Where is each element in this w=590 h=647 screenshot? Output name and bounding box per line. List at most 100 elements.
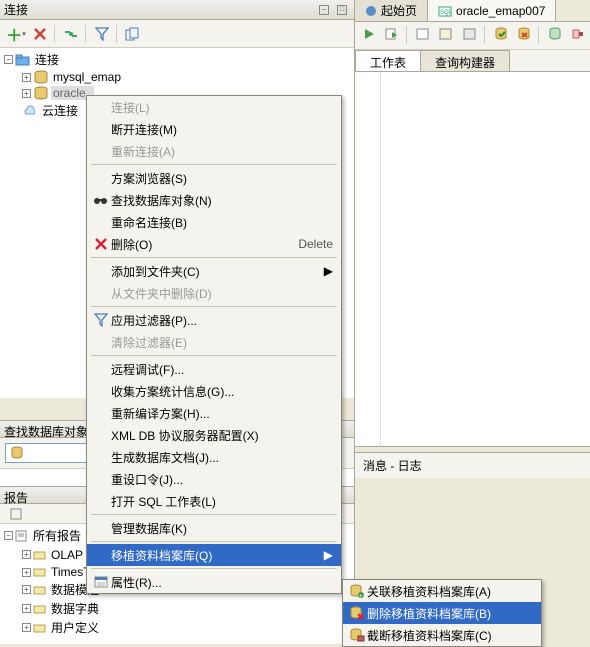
menu-item[interactable]: 移植资料档案库(Q) ▶	[87, 544, 341, 566]
autotrace-icon[interactable]	[439, 26, 455, 42]
add-icon[interactable]: ＋▾	[8, 26, 24, 42]
worksheet-subtabs: 工作表 查询构建器	[355, 50, 590, 72]
rollback-icon[interactable]	[516, 26, 532, 42]
menu-item-label: 从文件夹中删除(D)	[111, 285, 333, 302]
tree-item[interactable]: + 用户定义	[2, 618, 352, 637]
explain-plan-icon[interactable]	[415, 26, 431, 42]
menu-item-label: 截断移植资料档案库(C)	[367, 627, 533, 644]
tree-item-label: 用户定义	[49, 619, 101, 636]
menu-item[interactable]: 删除移植资料档案库(B)	[343, 602, 541, 624]
db-delete-icon	[347, 606, 367, 620]
clear-icon[interactable]	[570, 26, 586, 42]
delete-connection-icon[interactable]	[32, 26, 48, 42]
menu-item-label: 重新连接(A)	[111, 143, 333, 160]
tree-item-label: 数据字典	[49, 600, 101, 617]
expander-icon[interactable]: +	[22, 89, 31, 98]
delete-icon	[91, 237, 111, 251]
database-icon	[10, 446, 26, 460]
menu-item[interactable]: 截断移植资料档案库(C)	[343, 624, 541, 646]
menu-item[interactable]: 生成数据库文档(J)...	[87, 446, 341, 468]
menu-item[interactable]: 清除过滤器(E)	[87, 331, 341, 353]
subtab-worksheet[interactable]: 工作表	[355, 50, 421, 71]
database-icon	[33, 70, 49, 84]
menu-item[interactable]: 远程调试(F)...	[87, 358, 341, 380]
menu-item[interactable]: 打开 SQL 工作表(L)	[87, 490, 341, 512]
menu-item-label: 删除移植资料档案库(B)	[367, 605, 533, 622]
sql-tuning-icon[interactable]	[462, 26, 478, 42]
expander-icon[interactable]: −	[4, 55, 13, 64]
subtab-query-builder[interactable]: 查询构建器	[420, 50, 510, 71]
filter-icon[interactable]	[94, 26, 110, 42]
menu-item[interactable]: 管理数据库(K)	[87, 517, 341, 539]
menu-item-label: 管理数据库(K)	[111, 520, 333, 537]
reconnect-icon[interactable]	[63, 26, 79, 42]
menu-item[interactable]: 属性(R)...	[87, 571, 341, 593]
menu-item[interactable]: 重新编译方案(H)...	[87, 402, 341, 424]
editor-toolbar	[355, 22, 590, 50]
menu-item[interactable]: 重设口令(J)...	[87, 468, 341, 490]
svg-text:SQL: SQL	[440, 10, 452, 16]
menu-item[interactable]: 连接(L)	[87, 96, 341, 118]
expander-icon[interactable]: +	[22, 604, 31, 613]
binoculars-icon	[91, 193, 111, 207]
menu-item-label: 重命名连接(B)	[111, 214, 333, 231]
submenu-arrow-icon: ▶	[324, 548, 333, 562]
menu-item-label: 移植资料档案库(Q)	[111, 547, 308, 564]
menu-item[interactable]: 查找数据库对象(N)	[87, 189, 341, 211]
sql-editor[interactable]	[355, 72, 590, 447]
tab-label: 起始页	[381, 2, 417, 19]
menu-item[interactable]: 删除(O)Delete	[87, 233, 341, 255]
menu-item-label: 查找数据库对象(N)	[111, 192, 333, 209]
menu-item-label: 连接(L)	[111, 99, 333, 116]
context-menu: 连接(L) 断开连接(M) 重新连接(A) 方案浏览器(S) 查找数据库对象(N) 重命名…	[86, 95, 342, 594]
menu-item[interactable]: 收集方案统计信息(G)...	[87, 380, 341, 402]
expander-icon[interactable]: −	[4, 531, 13, 540]
context-submenu: + 关联移植资料档案库(A) 删除移植资料档案库(B) 截断移植资料档案库(C)	[342, 579, 542, 647]
menu-item[interactable]: XML DB 协议服务器配置(X)	[87, 424, 341, 446]
restore-icon[interactable]: □	[334, 2, 350, 18]
tab-oracle-emap007[interactable]: SQL oracle_emap007	[428, 0, 556, 21]
messages-title: 消息 - 日志	[363, 459, 422, 473]
svg-text:+: +	[359, 594, 363, 598]
tree-item[interactable]: + 数据字典	[2, 599, 352, 618]
tab-label: oracle_emap007	[456, 4, 545, 18]
copy-icon[interactable]	[125, 26, 141, 42]
messages-panel: 消息 - 日志	[355, 453, 590, 478]
expander-icon[interactable]: +	[22, 568, 31, 577]
folder-icon	[15, 53, 31, 67]
tree-item[interactable]: + mysql_emap	[2, 69, 352, 85]
tree-root[interactable]: − 连接	[2, 50, 352, 69]
menu-item-label: 远程调试(F)...	[111, 361, 333, 378]
run-icon[interactable]	[361, 26, 377, 42]
expander-icon[interactable]: +	[22, 585, 31, 594]
menu-item-label: 打开 SQL 工作表(L)	[111, 493, 333, 510]
minimize-icon[interactable]: –	[316, 2, 332, 18]
properties-icon	[91, 575, 111, 589]
tree-item-label: 云连接	[40, 102, 80, 119]
menu-item[interactable]: 从文件夹中删除(D)	[87, 282, 341, 304]
expander-icon[interactable]: +	[22, 73, 31, 82]
expander-icon[interactable]: +	[22, 550, 31, 559]
menu-item-label: 关联移植资料档案库(A)	[367, 583, 533, 600]
run-script-icon[interactable]	[385, 26, 401, 42]
menu-item[interactable]: 方案浏览器(S)	[87, 167, 341, 189]
reports-action-icon[interactable]	[8, 506, 24, 522]
tree-root-label: 连接	[33, 51, 61, 68]
menu-item[interactable]: 断开连接(M)	[87, 118, 341, 140]
expander-icon[interactable]: +	[22, 623, 31, 632]
menu-item-label: XML DB 协议服务器配置(X)	[111, 427, 333, 444]
menu-item[interactable]: 应用过滤器(P)...	[87, 309, 341, 331]
editor-tabs: 起始页 SQL oracle_emap007	[355, 0, 590, 22]
menu-item-label: 生成数据库文档(J)...	[111, 449, 333, 466]
panel-title-label: 连接	[4, 1, 28, 18]
menu-item-label: 属性(R)...	[111, 574, 333, 591]
menu-item[interactable]: 添加到文件夹(C)▶	[87, 260, 341, 282]
menu-item[interactable]: 重命名连接(B)	[87, 211, 341, 233]
menu-item-shortcut: Delete	[298, 237, 333, 251]
tab-start-page[interactable]: 起始页	[355, 0, 428, 21]
unshare-worksheet-icon[interactable]	[547, 26, 563, 42]
commit-icon[interactable]	[493, 26, 509, 42]
menu-item[interactable]: + 关联移植资料档案库(A)	[343, 580, 541, 602]
menu-item-label: 添加到文件夹(C)	[111, 263, 308, 280]
menu-item[interactable]: 重新连接(A)	[87, 140, 341, 162]
